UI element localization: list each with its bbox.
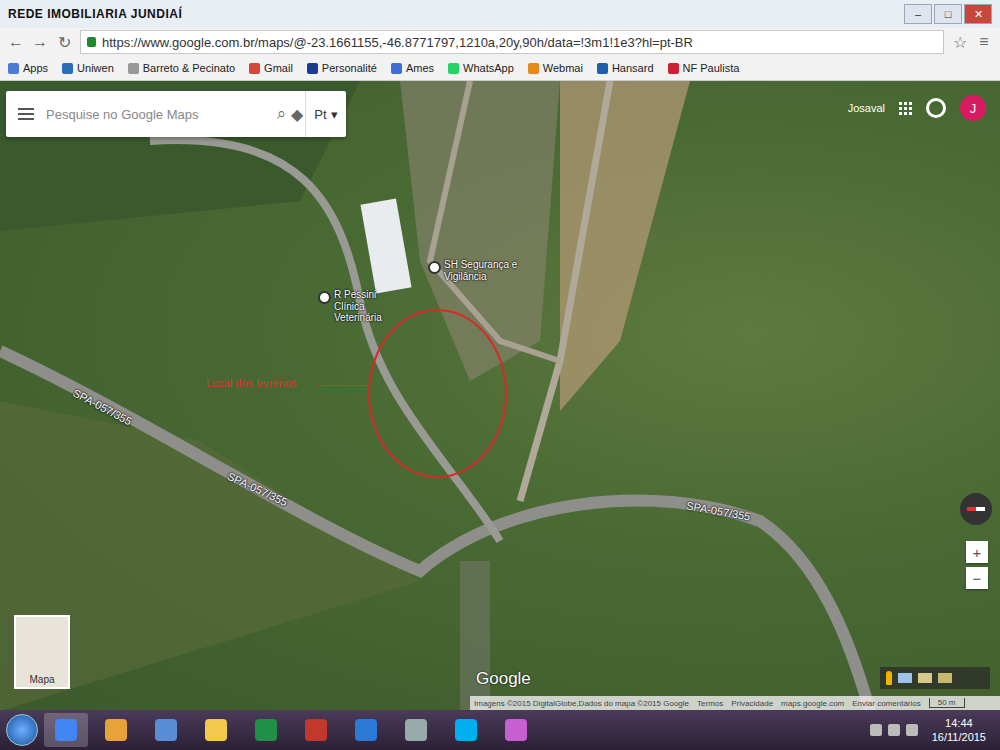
bookmark[interactable]: Ames (391, 62, 434, 74)
pegman-bar[interactable] (880, 667, 990, 689)
footer-link[interactable]: Termos (697, 699, 723, 708)
bookmark-icon (62, 63, 73, 74)
screen: REDE IMOBILIARIA JUNDIAÍ –□✕ ← → ↻ https://ww… (0, 0, 1000, 750)
address-row: ← → ↻ https://www.google.com.br/maps/@-23.1… (0, 28, 1000, 56)
compass-icon[interactable] (960, 493, 992, 525)
window-controls: –□✕ (904, 4, 992, 24)
bookmarks-bar: Apps Uniwen Barreto & Pecinato Gmail Persona… (0, 56, 1000, 81)
watermark: REDE IMOBILIARIA JUNDIAÍ (8, 7, 182, 21)
star-icon[interactable]: ☆ (952, 33, 968, 52)
annotation-arrow (318, 385, 368, 386)
taskbar: 14:4416/11/2015 (0, 710, 1000, 750)
back-icon[interactable]: ← (8, 33, 24, 51)
bookmark[interactable]: Gmail (249, 62, 293, 74)
bookmark[interactable]: Hansard (597, 62, 654, 74)
bookmark-icon (597, 63, 608, 74)
taskbar-app-icon[interactable] (94, 713, 138, 747)
taskbar-app-icon[interactable] (344, 713, 388, 747)
forward-icon[interactable]: → (32, 33, 48, 51)
bookmark-icon (528, 63, 539, 74)
search-placeholder[interactable]: Pesquise no Google Maps (46, 107, 273, 122)
system-tray (870, 724, 918, 736)
bookmark[interactable]: Barreto & Pecinato (128, 62, 235, 74)
place-label[interactable]: R Pessini Clínica Veterinária (318, 289, 408, 324)
taskbar-app-icon[interactable] (294, 713, 338, 747)
layer-icon[interactable] (898, 673, 912, 683)
taskbar-app-icon[interactable] (244, 713, 288, 747)
clock[interactable]: 14:4416/11/2015 (924, 716, 994, 745)
bookmark-icon (307, 63, 318, 74)
taskbar-app-icon[interactable] (144, 713, 188, 747)
menu-icon[interactable] (6, 108, 46, 120)
reload-icon[interactable]: ↻ (56, 33, 72, 52)
search-box[interactable]: Pesquise no Google Maps⌕◆Pt ▾ (6, 91, 346, 137)
menu-icon[interactable]: ≡ (976, 33, 992, 51)
pegman-icon[interactable] (886, 671, 892, 685)
apps-icon[interactable] (899, 102, 912, 115)
bookmark[interactable]: NF Paulista (668, 62, 740, 74)
footer-link: Imagens ©2015 DigitalGlobe,Dados do mapa… (474, 699, 689, 708)
footer-link[interactable]: Enviar comentários (852, 699, 920, 708)
highlight-circle (368, 309, 507, 478)
map[interactable]: Local dos terrenos R Pessini Clínica Vete… (0, 81, 1000, 710)
bookmark-icon (391, 63, 402, 74)
annotation: Local dos terrenos (206, 377, 297, 389)
layer-icon[interactable] (918, 673, 932, 683)
language-select[interactable]: Pt ▾ (305, 91, 346, 137)
user-name: Josaval (848, 102, 885, 114)
place-label[interactable]: SH Segurança e Vigilância (428, 259, 518, 282)
search-icon[interactable]: ⌕ (273, 105, 289, 123)
account-area: Josaval J (848, 95, 986, 121)
taskbar-app-icon[interactable] (494, 713, 538, 747)
title-bar: REDE IMOBILIARIA JUNDIAÍ –□✕ (0, 0, 1000, 28)
zoom-button[interactable]: − (966, 567, 988, 589)
zoom-controls: +− (966, 541, 988, 589)
layer-icon[interactable] (938, 673, 952, 683)
taskbar-app-icon[interactable] (44, 713, 88, 747)
zoom-button[interactable]: + (966, 541, 988, 563)
bookmark-icon (668, 63, 679, 74)
start-icon[interactable] (6, 714, 38, 746)
footer-link[interactable]: Privacidade (731, 699, 773, 708)
google-logo: Google (476, 669, 531, 689)
bookmark[interactable]: Personalité (307, 62, 377, 74)
taskbar-app-icon[interactable] (194, 713, 238, 747)
bookmark[interactable]: Uniwen (62, 62, 114, 74)
directions-icon[interactable]: ◆ (289, 105, 305, 124)
taskbar-app-icon[interactable] (394, 713, 438, 747)
window-control-button[interactable]: □ (934, 4, 962, 24)
window-control-button[interactable]: ✕ (964, 4, 992, 24)
footer-link[interactable]: maps.google.com (781, 699, 844, 708)
pin-icon (318, 291, 331, 304)
satellite-imagery (0, 81, 1000, 710)
map-footer: Imagens ©2015 DigitalGlobe,Dados do mapa… (470, 696, 1000, 710)
scale-bar: 50 m (929, 698, 965, 708)
bookmark-icon (448, 63, 459, 74)
bookmark[interactable]: WhatsApp (448, 62, 514, 74)
bookmark-icon (8, 63, 19, 74)
notifications-icon[interactable] (926, 98, 946, 118)
avatar[interactable]: J (960, 95, 986, 121)
bookmark[interactable]: Webmai (528, 62, 583, 74)
taskbar-app-icon[interactable] (444, 713, 488, 747)
bookmark-icon (249, 63, 260, 74)
lock-icon (87, 37, 96, 47)
map-type-thumbnail[interactable]: Mapa (14, 615, 70, 689)
bookmark-icon (128, 63, 139, 74)
window-control-button[interactable]: – (904, 4, 932, 24)
bookmark[interactable]: Apps (8, 62, 48, 74)
address-bar[interactable]: https://www.google.com.br/maps/@-23.1661… (80, 30, 944, 54)
pin-icon (428, 261, 441, 274)
